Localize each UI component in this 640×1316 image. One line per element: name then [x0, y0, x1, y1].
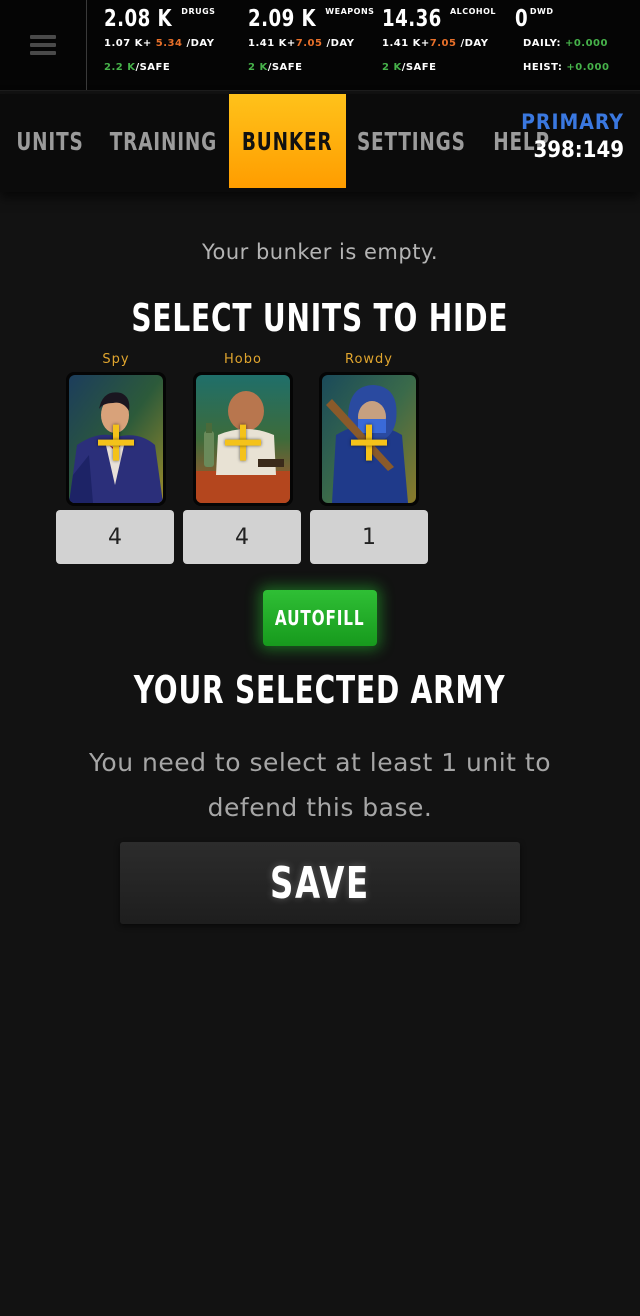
resource-alcohol: 14.36 ALCOHOL 1.41 K+7.05 /DAY 2 K/SAFE — [382, 6, 497, 73]
unit-rowdy: Rowdy — [309, 352, 429, 506]
resource-amount: 2.08 K — [104, 6, 173, 32]
resource-weapons: 2.09 K WEAPONS 1.41 K+7.05 /DAY 2 K/SAFE — [248, 6, 375, 73]
bunker-empty-message: Your bunker is empty. — [201, 240, 439, 264]
resource-name: WEAPONS — [325, 7, 375, 16]
resource-rate: 1.41 K+7.05 /DAY — [248, 38, 355, 49]
resource-dwd: 0 DWD DAILY: +0.000 HEIST: +0.000 — [515, 6, 609, 73]
unit-hobo: Hobo — [183, 352, 303, 506]
select-unit-warning: You need to select at least 1 unit to de… — [88, 748, 552, 822]
resource-name: DWD — [529, 7, 554, 16]
resource-name: DRUGS — [181, 7, 216, 16]
unit-card-spy[interactable] — [66, 372, 166, 506]
resource-safe: 2.2 K/SAFE — [104, 62, 171, 73]
resource-amount: 2.09 K — [248, 6, 317, 32]
select-units-heading: SELECT UNITS TO HIDE — [131, 296, 509, 340]
tab-bunker[interactable]: BUNKER — [229, 94, 346, 188]
resource-safe: 2 K/SAFE — [382, 62, 437, 73]
unit-list: Spy Hobo Rowdy 4 4 1 — [56, 352, 436, 572]
tab-training[interactable]: TRAINING — [106, 94, 220, 188]
resource-rate: 1.41 K+7.05 /DAY — [382, 38, 489, 49]
dwd-heist: HEIST: +0.000 — [523, 62, 610, 73]
tab-settings[interactable]: SETTINGS — [354, 94, 468, 188]
unit-card-hobo[interactable] — [193, 372, 293, 506]
unit-spy: Spy — [56, 352, 176, 506]
resource-safe: 2 K/SAFE — [248, 62, 303, 73]
unit-card-rowdy[interactable] — [319, 372, 419, 506]
selected-army-heading: YOUR SELECTED ARMY — [134, 668, 506, 712]
add-icon — [225, 424, 261, 461]
unit-name: Spy — [102, 352, 130, 367]
resource-drugs: 2.08 K DRUGS 1.07 K+ 5.34 /DAY 2.2 K/SAFE — [104, 6, 216, 73]
menu-button[interactable] — [0, 0, 87, 90]
save-button[interactable]: SAVE — [120, 842, 520, 924]
base-coords: 398:149 — [533, 138, 624, 163]
tab-units[interactable]: UNITS — [6, 94, 94, 188]
spy-quantity-input[interactable] — [56, 510, 174, 564]
base-selector[interactable]: PRIMARY 398:149 — [521, 110, 624, 163]
add-icon — [351, 424, 387, 461]
base-label: PRIMARY — [521, 110, 624, 134]
dwd-daily: DAILY: +0.000 — [523, 38, 608, 49]
resource-bar: 2.08 K DRUGS 1.07 K+ 5.34 /DAY 2.2 K/SAFE… — [0, 0, 640, 91]
add-icon — [98, 424, 134, 461]
unit-name: Hobo — [224, 352, 262, 367]
resource-rate: 1.07 K+ 5.34 /DAY — [104, 38, 215, 49]
hamburger-icon — [30, 35, 56, 55]
main-nav: UNITS TRAINING BUNKER SETTINGS HELP PRIM… — [0, 94, 640, 192]
resource-amount: 14.36 — [382, 6, 442, 32]
hobo-quantity-input[interactable] — [183, 510, 301, 564]
resource-name: ALCOHOL — [449, 7, 497, 16]
rowdy-quantity-input[interactable] — [310, 510, 428, 564]
autofill-button[interactable]: AUTOFILL — [263, 590, 377, 646]
resource-amount: 0 — [515, 6, 529, 32]
unit-name: Rowdy — [345, 352, 393, 367]
